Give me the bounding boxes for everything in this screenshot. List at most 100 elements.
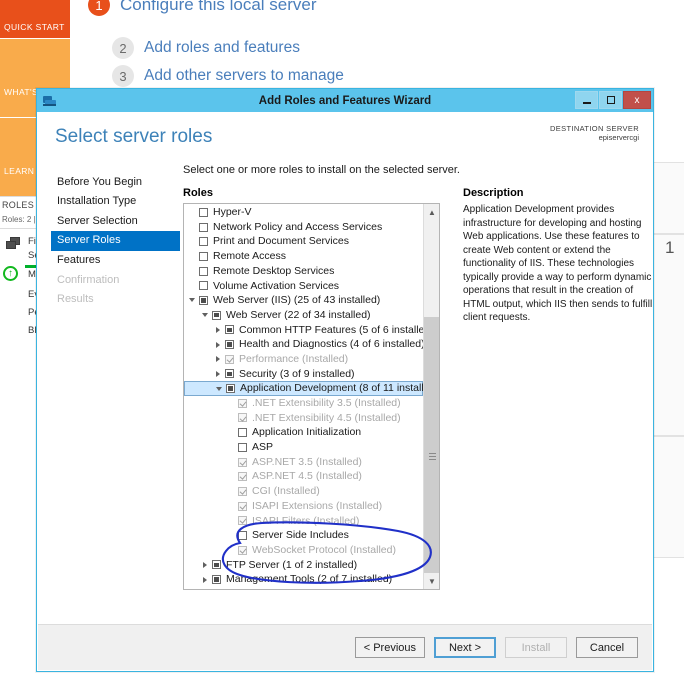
- tree-row-label: Web Server (IIS) (25 of 43 installed): [213, 295, 380, 306]
- tree-row[interactable]: Windows Deployment Services: [184, 587, 423, 590]
- tree-row[interactable]: ISAPI Extensions (Installed): [184, 499, 423, 514]
- tree-row-label: Server Side Includes: [252, 530, 349, 541]
- tree-row[interactable]: Application Initialization: [184, 425, 423, 440]
- tree-row[interactable]: Management Tools (2 of 7 installed): [184, 572, 423, 587]
- tree-row[interactable]: Remote Access: [184, 249, 423, 264]
- tree-row-label: Application Development (8 of 11 install…: [240, 383, 439, 394]
- chevron-right-icon[interactable]: [214, 355, 223, 364]
- nav-item-before-you-begin[interactable]: Before You Begin: [51, 172, 183, 192]
- chevron-right-icon[interactable]: [201, 575, 210, 584]
- checkbox-empty[interactable]: [199, 252, 208, 261]
- tree-row[interactable]: Web Server (IIS) (25 of 43 installed): [184, 293, 423, 308]
- wizard-body: Before You BeginInstallation TypeServer …: [37, 164, 653, 623]
- chevron-right-icon[interactable]: [214, 369, 223, 378]
- checkbox-checked: [238, 458, 247, 467]
- description-label: Description: [463, 187, 524, 199]
- roles-label: Roles: [183, 187, 213, 199]
- checkbox-partial[interactable]: [212, 560, 221, 569]
- quick-start-step-3[interactable]: 3 Add other servers to manage: [112, 65, 344, 87]
- checkbox-empty[interactable]: [238, 443, 247, 452]
- tree-row[interactable]: FTP Server (1 of 2 installed): [184, 558, 423, 573]
- tree-row-label: Network Policy and Access Services: [213, 222, 382, 233]
- checkbox-empty[interactable]: [199, 223, 208, 232]
- nav-item-installation-type[interactable]: Installation Type: [51, 192, 183, 212]
- checkbox-partial[interactable]: [225, 340, 234, 349]
- chevron-down-icon[interactable]: [201, 311, 210, 320]
- roles-tree[interactable]: Hyper-V Network Policy and Access Service…: [183, 203, 440, 590]
- page-title: Select server roles: [55, 126, 212, 148]
- chevron-down-icon[interactable]: [215, 384, 224, 393]
- checkbox-empty[interactable]: [199, 208, 208, 217]
- tree-row[interactable]: Remote Desktop Services: [184, 264, 423, 279]
- tree-spacer: [188, 267, 197, 276]
- tree-row[interactable]: Web Server (22 of 34 installed): [184, 308, 423, 323]
- tree-row[interactable]: Performance (Installed): [184, 352, 423, 367]
- scrollbar-grip-icon: [429, 453, 436, 461]
- tree-row-label: Print and Document Services: [213, 236, 349, 247]
- quick-start-step-2[interactable]: 2 Add roles and features: [112, 37, 300, 59]
- checkbox-partial[interactable]: [226, 384, 235, 393]
- tree-row[interactable]: Application Development (8 of 11 install…: [184, 381, 423, 396]
- quick-start-tile[interactable]: QUICK START: [0, 0, 70, 38]
- roles-tree-scrollbar[interactable]: ▲ ▼: [423, 204, 439, 589]
- nav-item-features[interactable]: Features: [51, 251, 183, 271]
- chevron-right-icon[interactable]: [214, 325, 223, 334]
- chevron-down-icon[interactable]: [188, 296, 197, 305]
- quick-start-step-1[interactable]: 1 Configure this local server: [88, 0, 317, 16]
- tree-spacer: [227, 443, 236, 452]
- scroll-up-icon[interactable]: ▲: [424, 204, 440, 220]
- tree-row[interactable]: Security (3 of 9 installed): [184, 367, 423, 382]
- checkbox-empty[interactable]: [199, 237, 208, 246]
- tree-row[interactable]: ISAPI Filters (Installed): [184, 513, 423, 528]
- chevron-right-icon[interactable]: [201, 560, 210, 569]
- checkbox-partial[interactable]: [225, 369, 234, 378]
- tree-row-label: CGI (Installed): [252, 486, 320, 497]
- tree-row[interactable]: WebSocket Protocol (Installed): [184, 543, 423, 558]
- checkbox-partial[interactable]: [225, 325, 234, 334]
- checkbox-empty[interactable]: [199, 281, 208, 290]
- checkbox-checked: [238, 472, 247, 481]
- checkbox-checked: [238, 413, 247, 422]
- scrollbar-thumb[interactable]: [424, 317, 440, 590]
- tree-row[interactable]: .NET Extensibility 4.5 (Installed): [184, 411, 423, 426]
- wizard-titlebar[interactable]: Add Roles and Features Wizard x: [37, 89, 653, 112]
- wizard-header: Select server roles DESTINATION SERVER e…: [37, 112, 653, 164]
- next-button[interactable]: Next >: [434, 637, 496, 658]
- checkbox-empty[interactable]: [238, 428, 247, 437]
- tree-spacer: [227, 502, 236, 511]
- wizard-icon: [42, 94, 58, 108]
- nav-item-server-roles[interactable]: Server Roles: [51, 231, 180, 251]
- wizard-title: Add Roles and Features Wizard: [37, 95, 653, 107]
- tree-row[interactable]: Server Side Includes: [184, 528, 423, 543]
- wizard-nav[interactable]: Before You BeginInstallation TypeServer …: [37, 164, 183, 623]
- tree-row[interactable]: Print and Document Services: [184, 234, 423, 249]
- tree-row-label: Security (3 of 9 installed): [239, 369, 355, 380]
- chevron-right-icon[interactable]: [214, 340, 223, 349]
- tree-row[interactable]: ASP: [184, 440, 423, 455]
- cancel-button[interactable]: Cancel: [576, 637, 638, 658]
- checkbox-partial[interactable]: [212, 575, 221, 584]
- checkbox-checked: [225, 355, 234, 364]
- checkbox-empty[interactable]: [238, 531, 247, 540]
- tree-row[interactable]: ASP.NET 4.5 (Installed): [184, 469, 423, 484]
- file-storage-icon: [6, 237, 22, 251]
- tree-row[interactable]: ASP.NET 3.5 (Installed): [184, 455, 423, 470]
- previous-button[interactable]: < Previous: [355, 637, 425, 658]
- tree-row[interactable]: .NET Extensibility 3.5 (Installed): [184, 396, 423, 411]
- tree-row[interactable]: Common HTTP Features (5 of 6 installed): [184, 323, 423, 338]
- minimize-button[interactable]: [575, 91, 598, 109]
- close-button[interactable]: x: [623, 91, 651, 109]
- tree-row[interactable]: CGI (Installed): [184, 484, 423, 499]
- checkbox-partial[interactable]: [212, 311, 221, 320]
- checkbox-partial[interactable]: [199, 296, 208, 305]
- tree-row[interactable]: Network Policy and Access Services: [184, 220, 423, 235]
- nav-item-confirmation: Confirmation: [51, 270, 183, 290]
- maximize-button[interactable]: [599, 91, 622, 109]
- add-roles-wizard-dialog[interactable]: Add Roles and Features Wizard x Select s…: [36, 88, 654, 672]
- scroll-down-icon[interactable]: ▼: [424, 573, 440, 589]
- nav-item-server-selection[interactable]: Server Selection: [51, 211, 183, 231]
- tree-row[interactable]: Health and Diagnostics (4 of 6 installed…: [184, 337, 423, 352]
- tree-row[interactable]: Hyper-V: [184, 205, 423, 220]
- tree-row[interactable]: Volume Activation Services: [184, 278, 423, 293]
- checkbox-empty[interactable]: [199, 267, 208, 276]
